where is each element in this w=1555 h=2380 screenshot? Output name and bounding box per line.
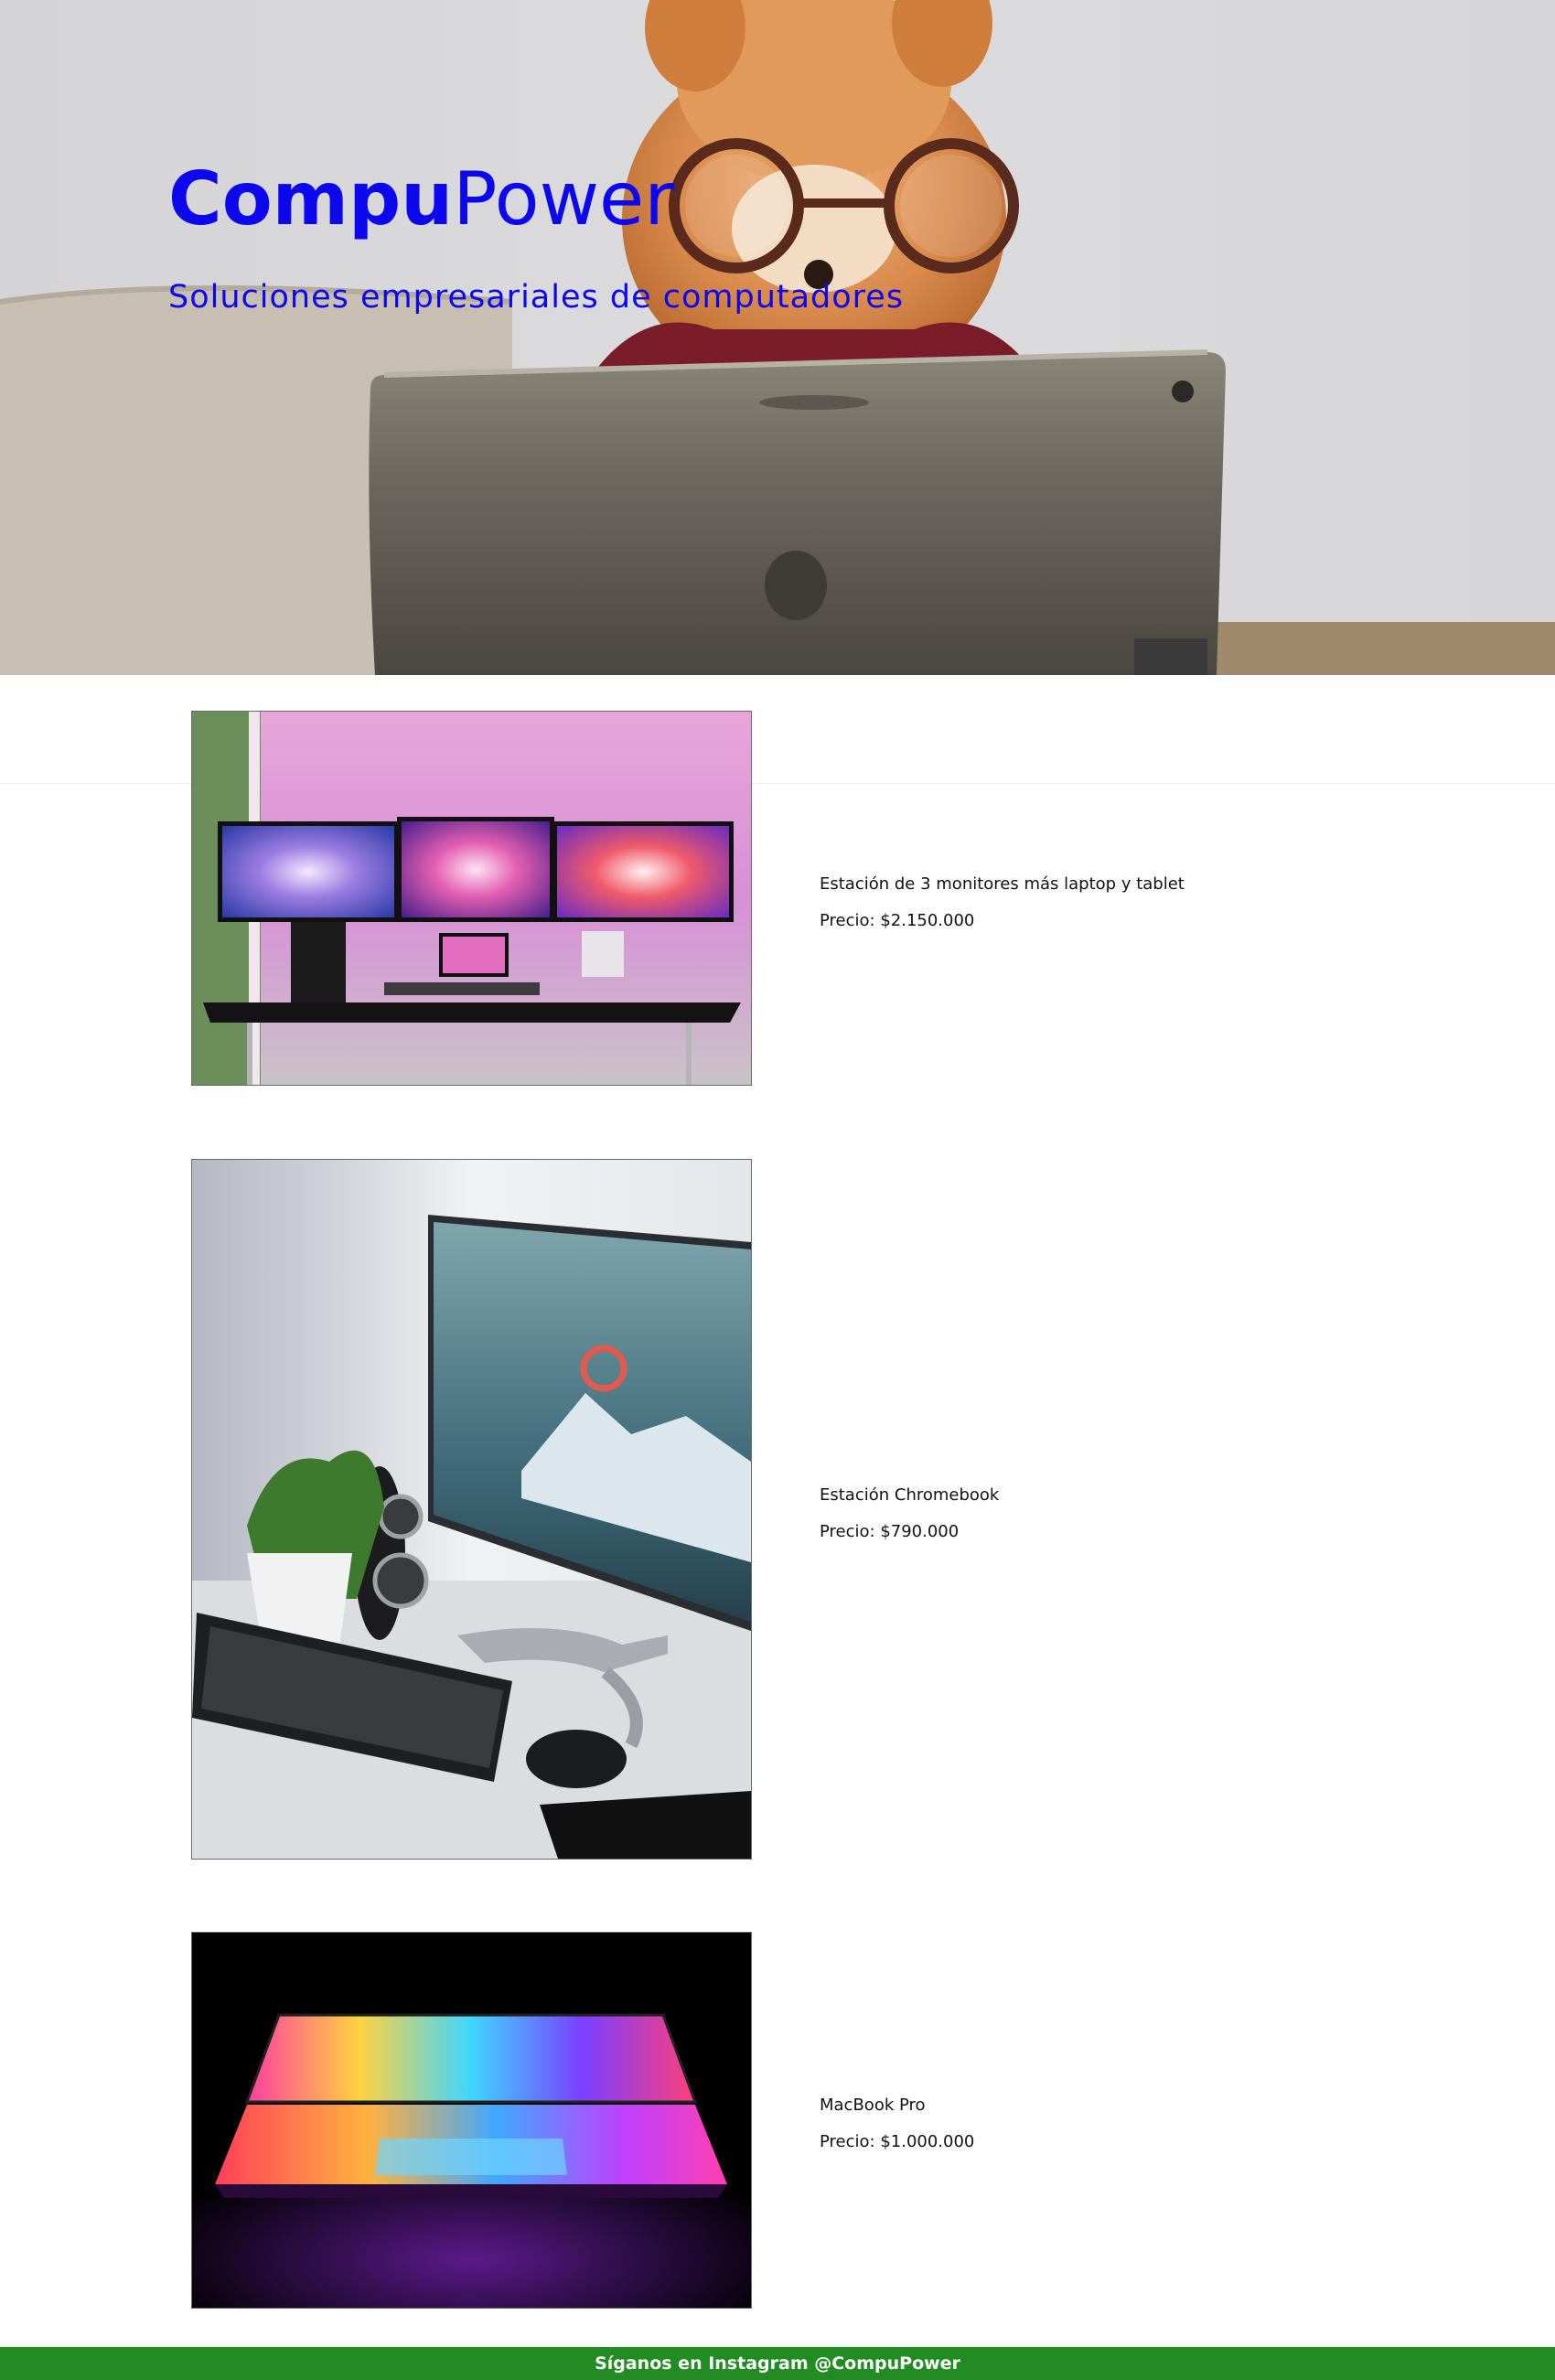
product-card: MacBook Pro Precio: $1.000.000	[191, 1932, 1380, 2309]
product-name: Estación de 3 monitores más laptop y tab…	[820, 874, 1185, 894]
triple-monitor-desk-photo	[191, 711, 752, 1086]
site-title: CompuPower	[168, 163, 674, 236]
product-info: Estación de 3 monitores más laptop y tab…	[820, 866, 1185, 939]
glowing-macbook-photo	[191, 1932, 752, 2309]
product-price: Precio: $2.150.000	[820, 911, 975, 930]
product-price: Precio: $790.000	[820, 1522, 960, 1541]
product-card: Estación de 3 monitores más laptop y tab…	[191, 711, 1380, 1086]
product-name: MacBook Pro	[820, 2096, 926, 2115]
site-title-light: Power	[453, 156, 675, 241]
product-info: Estación Chromebook Precio: $790.000	[820, 1477, 999, 1550]
footer: Síganos en Instagram @CompuPower	[0, 2347, 1555, 2380]
dog-with-glasses-using-tablet-photo	[0, 0, 1555, 675]
hero-banner: CompuPower Soluciones empresariales de c…	[0, 0, 1555, 675]
product-info: MacBook Pro Precio: $1.000.000	[820, 2087, 974, 2160]
site-tagline: Soluciones empresariales de computadores	[168, 279, 905, 316]
site-title-bold: Compu	[168, 156, 454, 241]
product-name: Estación Chromebook	[820, 1485, 1000, 1505]
product-card: Estación Chromebook Precio: $790.000	[191, 1159, 1380, 1860]
product-price: Precio: $1.000.000	[820, 2132, 975, 2151]
instagram-link[interactable]: Síganos en Instagram @CompuPower	[595, 2353, 960, 2374]
chromebook-workstation-photo	[191, 1159, 752, 1860]
